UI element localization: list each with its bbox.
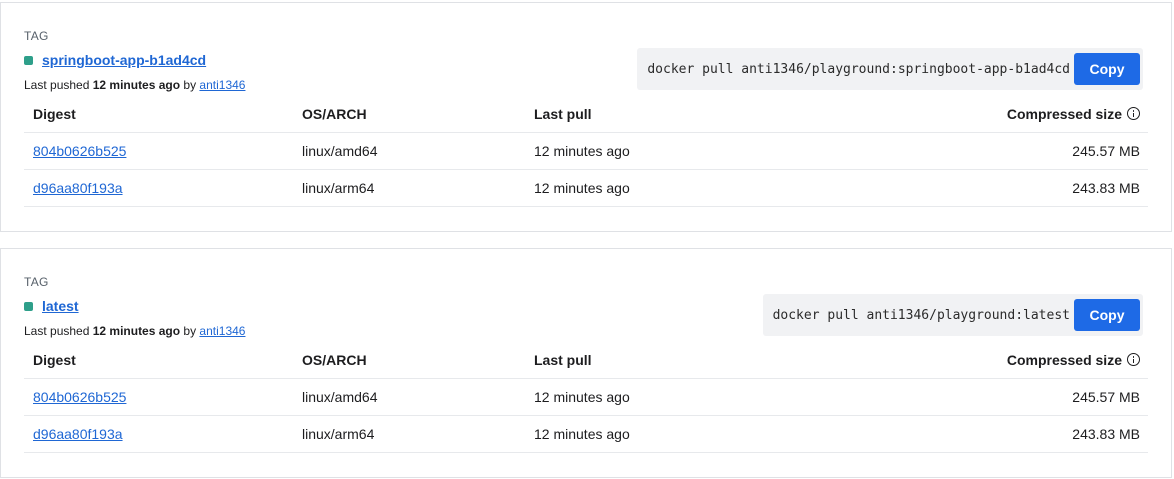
header-last-pull: Last pull (534, 351, 592, 368)
user-link[interactable]: anti1346 (199, 78, 245, 92)
digest-table: Digest OS/ARCH Last pull Compressed size… (24, 341, 1148, 453)
pull-command[interactable]: docker pull anti1346/playground:latest (773, 308, 1070, 323)
pushed-prefix: Last pushed (24, 78, 93, 92)
os-arch-cell: linux/amd64 (302, 389, 378, 405)
header-os-arch: OS/ARCH (302, 351, 367, 368)
copy-button[interactable]: Copy (1074, 299, 1140, 331)
tag-title-line: springboot-app-b1ad4cd (24, 52, 206, 68)
header-digest: Digest (33, 351, 76, 368)
size-cell: 245.57 MB (1072, 143, 1140, 159)
info-icon[interactable] (1127, 353, 1140, 366)
header-last-pull: Last pull (534, 105, 592, 122)
last-pushed-info: Last pushed 12 minutes ago by anti1346 (24, 324, 245, 338)
tag-name-link[interactable]: springboot-app-b1ad4cd (42, 52, 206, 68)
last-pull-cell: 12 minutes ago (534, 426, 630, 442)
pushed-prefix: Last pushed (24, 324, 93, 338)
pushed-time: 12 minutes ago (92, 324, 181, 338)
last-pushed-info: Last pushed 12 minutes ago by anti1346 (24, 78, 245, 92)
tag-caption: TAG (24, 275, 49, 289)
header-size-label: Compressed size (1006, 351, 1122, 368)
table-header: Digest OS/ARCH Last pull Compressed size (24, 341, 1148, 379)
table-row: 804b0626b525 linux/amd64 12 minutes ago … (24, 379, 1148, 416)
digest-link[interactable]: d96aa80f193a (33, 180, 123, 196)
table-row: 804b0626b525 linux/amd64 12 minutes ago … (24, 133, 1148, 170)
status-dot-icon (24, 55, 33, 65)
digest-link[interactable]: d96aa80f193a (33, 426, 123, 442)
last-pull-cell: 12 minutes ago (534, 143, 630, 159)
size-cell: 245.57 MB (1072, 389, 1140, 405)
header-os-arch: OS/ARCH (302, 105, 367, 122)
copy-button[interactable]: Copy (1074, 53, 1140, 85)
table-row: d96aa80f193a linux/arm64 12 minutes ago … (24, 170, 1148, 207)
table-row: d96aa80f193a linux/arm64 12 minutes ago … (24, 416, 1148, 453)
tag-title-line: latest (24, 298, 79, 314)
header-digest: Digest (33, 105, 76, 122)
info-icon[interactable] (1127, 107, 1140, 120)
status-dot-icon (24, 301, 33, 311)
user-link[interactable]: anti1346 (199, 324, 245, 338)
pull-command-box: docker pull anti1346/playground:latest C… (762, 294, 1143, 336)
pushed-by: by (180, 78, 200, 92)
pull-command[interactable]: docker pull anti1346/playground:springbo… (647, 62, 1070, 77)
last-pull-cell: 12 minutes ago (534, 180, 630, 196)
header-compressed-size: Compressed size (1007, 352, 1140, 368)
digest-link[interactable]: 804b0626b525 (33, 143, 126, 159)
pushed-by: by (180, 324, 200, 338)
size-cell: 243.83 MB (1072, 180, 1140, 196)
pushed-time: 12 minutes ago (92, 78, 181, 92)
os-arch-cell: linux/arm64 (302, 180, 375, 196)
os-arch-cell: linux/amd64 (302, 143, 378, 159)
digest-link[interactable]: 804b0626b525 (33, 389, 126, 405)
header-size-label: Compressed size (1006, 105, 1122, 122)
header-compressed-size: Compressed size (1007, 106, 1140, 122)
size-cell: 243.83 MB (1072, 426, 1140, 442)
last-pull-cell: 12 minutes ago (534, 389, 630, 405)
os-arch-cell: linux/arm64 (302, 426, 375, 442)
tag-caption: TAG (24, 29, 49, 43)
digest-table: Digest OS/ARCH Last pull Compressed size… (24, 95, 1148, 207)
tag-card: TAG springboot-app-b1ad4cd Last pushed 1… (0, 2, 1172, 232)
tag-name-link[interactable]: latest (42, 298, 79, 314)
tag-card: TAG latest Last pushed 12 minutes ago by… (0, 248, 1172, 478)
table-header: Digest OS/ARCH Last pull Compressed size (24, 95, 1148, 133)
pull-command-box: docker pull anti1346/playground:springbo… (637, 48, 1143, 90)
